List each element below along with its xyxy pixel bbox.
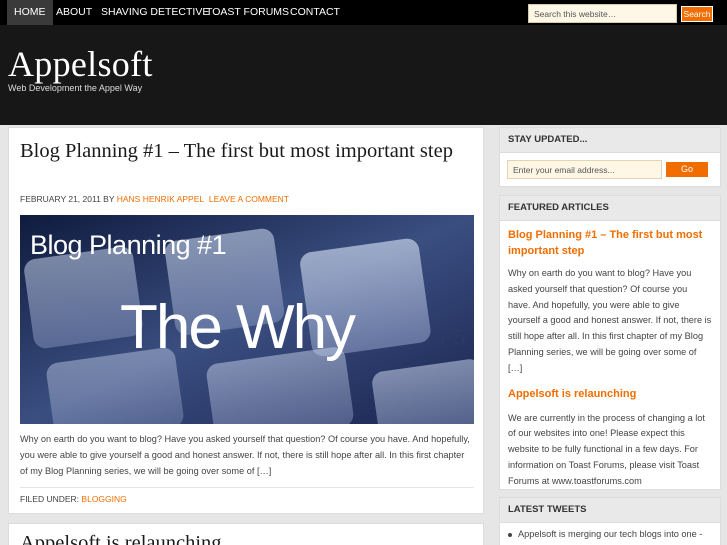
featured-article-title[interactable]: Appelsoft is relaunching: [508, 386, 712, 402]
tweet-item: Appelsoft is merging our tech blogs into…: [508, 529, 702, 539]
featured-articles-widget: FEATURED ARTICLES Blog Planning #1 – The…: [499, 195, 721, 490]
f5-key-glyph: F5: [440, 325, 466, 350]
filed-under-label: FILED UNDER:: [20, 494, 80, 504]
featured-article-title[interactable]: Blog Planning #1 – The first but most im…: [508, 227, 712, 259]
post-meta: FEBRUARY 21, 2011 BY HANS HENRIK APPEL L…: [20, 194, 289, 204]
site-description: Web Development the Appel Way: [8, 83, 143, 93]
subscribe-go-button[interactable]: Go: [666, 162, 708, 177]
search-button[interactable]: Search: [681, 6, 713, 22]
nav-contact[interactable]: CONTACT: [283, 0, 347, 25]
site-title[interactable]: Appelsoft: [8, 43, 153, 85]
image-caption-line1: Blog Planning #1: [30, 230, 226, 260]
post-filed-under: FILED UNDER: BLOGGING: [20, 494, 127, 504]
featured-article-text: We are currently in the process of chang…: [508, 412, 705, 486]
stay-updated-widget: STAY UPDATED... Go: [499, 127, 721, 187]
post-date: FEBRUARY 21, 2011: [20, 194, 101, 204]
image-caption-line2: The Why: [120, 293, 356, 362]
post-divider: [20, 487, 474, 488]
widget-heading: LATEST TWEETS: [500, 498, 720, 523]
bullet-icon: [508, 532, 512, 537]
post-title[interactable]: Blog Planning #1 – The first but most im…: [20, 140, 460, 163]
featured-article-text: Why on earth do you want to blog? Have y…: [508, 268, 712, 373]
nav-home[interactable]: HOME: [7, 0, 53, 25]
email-field[interactable]: [507, 160, 662, 179]
tweet-text: Appelsoft is merging our tech blogs into…: [518, 529, 703, 539]
post-article: Appelsoft is relaunching: [8, 523, 484, 545]
latest-tweets-widget: LATEST TWEETS Appelsoft is merging our t…: [499, 497, 721, 545]
nav-shaving-detective[interactable]: SHAVING DETECTIVE: [94, 0, 216, 25]
post-featured-image[interactable]: F5 Blog Planning #1 The Why: [20, 215, 474, 424]
post-author-link[interactable]: HANS HENRIK APPEL: [117, 194, 204, 204]
post-title[interactable]: Appelsoft is relaunching: [20, 532, 222, 545]
leave-comment-link[interactable]: LEAVE A COMMENT: [209, 194, 289, 204]
widget-heading: FEATURED ARTICLES: [500, 196, 720, 221]
post-excerpt: Why on earth do you want to blog? Have y…: [20, 434, 470, 476]
nav-about[interactable]: ABOUT: [49, 0, 99, 25]
nav-toast-forums[interactable]: TOAST FORUMS: [199, 0, 296, 25]
site-header: Appelsoft Web Development the Appel Way: [0, 25, 727, 125]
post-article: Blog Planning #1 – The first but most im…: [8, 127, 484, 514]
keyboard-image: F5 Blog Planning #1 The Why: [20, 215, 474, 424]
top-nav: HOME ABOUT SHAVING DETECTIVE TOAST FORUM…: [0, 0, 727, 25]
post-by-label: BY: [103, 194, 115, 204]
widget-heading: STAY UPDATED...: [500, 128, 720, 153]
category-link[interactable]: BLOGGING: [81, 494, 126, 504]
search-input[interactable]: [528, 4, 677, 23]
